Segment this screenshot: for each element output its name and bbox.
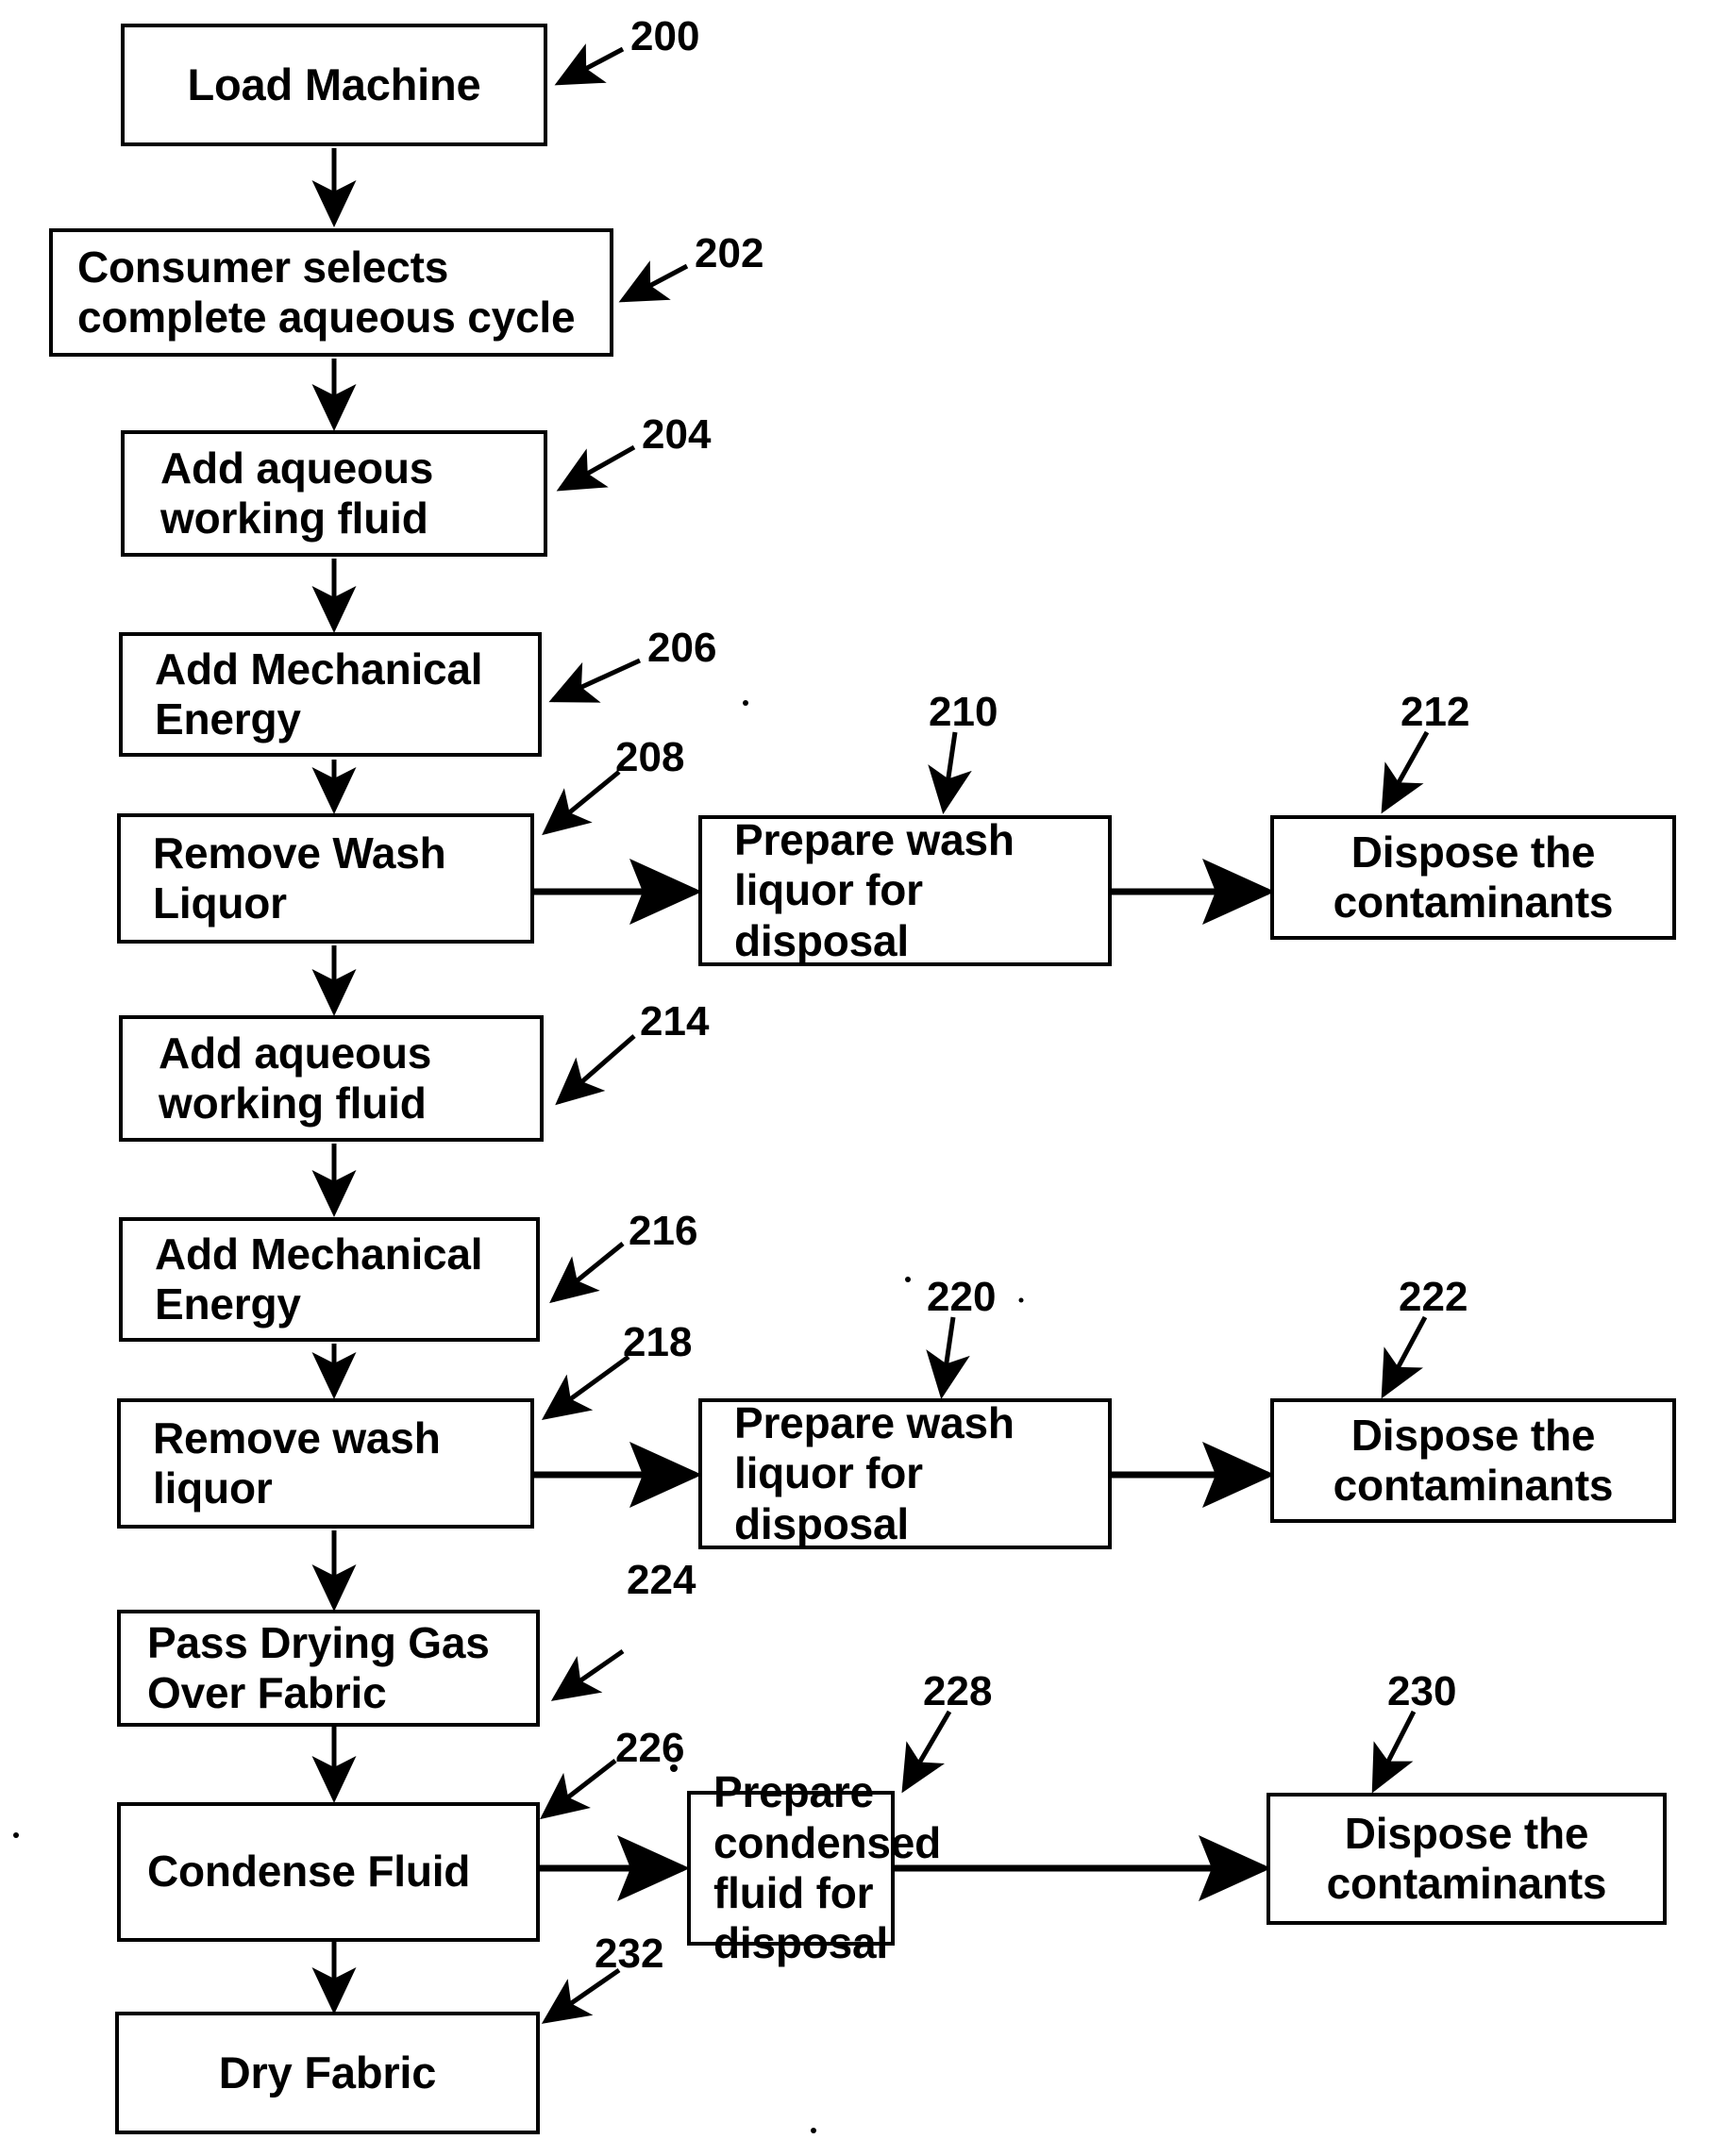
ref-numeral-222: 222 bbox=[1399, 1274, 1468, 1320]
node-load-machine[interactable]: Load Machine bbox=[121, 24, 547, 146]
node-prepare-wash-liquor-disposal-2[interactable]: Prepare wash liquor for disposal bbox=[698, 1398, 1112, 1549]
node-dispose-contaminants-1[interactable]: Dispose the contaminants bbox=[1270, 815, 1676, 940]
node-condense-fluid[interactable]: Condense Fluid bbox=[117, 1802, 540, 1942]
ref-numeral-228: 228 bbox=[923, 1668, 993, 1714]
node-add-mechanical-energy-1[interactable]: Add Mechanical Energy bbox=[119, 632, 542, 757]
node-label: Dry Fabric bbox=[218, 2047, 437, 2098]
ref-numeral-200: 200 bbox=[630, 13, 700, 59]
ref-numeral-214: 214 bbox=[640, 998, 710, 1045]
node-add-aqueous-working-fluid-2[interactable]: Add aqueous working fluid bbox=[119, 1015, 544, 1142]
ref-numeral-232: 232 bbox=[595, 1930, 664, 1977]
ref-numeral-202: 202 bbox=[695, 230, 764, 276]
node-dry-fabric[interactable]: Dry Fabric bbox=[115, 2012, 540, 2134]
node-label: Prepare wash liquor for disposal bbox=[734, 814, 1015, 965]
node-prepare-wash-liquor-disposal-1[interactable]: Prepare wash liquor for disposal bbox=[698, 815, 1112, 966]
node-label: Remove Wash Liquor bbox=[153, 827, 446, 928]
node-label: Condense Fluid bbox=[147, 1847, 471, 1897]
node-label: Prepare wash liquor for disposal bbox=[734, 1397, 1015, 1548]
node-label: Dispose the contaminants bbox=[1333, 827, 1614, 927]
ref-numeral-204: 204 bbox=[642, 411, 712, 458]
node-remove-wash-liquor-2[interactable]: Remove wash liquor bbox=[117, 1398, 534, 1529]
ref-numeral-220: 220 bbox=[927, 1274, 997, 1320]
ref-numeral-230: 230 bbox=[1387, 1668, 1457, 1714]
node-add-mechanical-energy-2[interactable]: Add Mechanical Energy bbox=[119, 1217, 540, 1342]
node-label: Remove wash liquor bbox=[153, 1412, 441, 1513]
ref-numeral-208: 208 bbox=[615, 734, 685, 780]
node-label: Add aqueous working fluid bbox=[159, 1028, 432, 1128]
node-label: Add Mechanical Energy bbox=[155, 1228, 483, 1329]
ref-numeral-216: 216 bbox=[629, 1208, 698, 1254]
node-label: Consumer selects complete aqueous cycle bbox=[77, 242, 576, 342]
ref-numeral-218: 218 bbox=[623, 1319, 693, 1365]
ref-numeral-212: 212 bbox=[1401, 689, 1470, 735]
ref-numeral-226: 226 bbox=[615, 1725, 685, 1771]
ref-numeral-206: 206 bbox=[647, 625, 717, 671]
node-dispose-contaminants-2[interactable]: Dispose the contaminants bbox=[1270, 1398, 1676, 1523]
node-label: Add Mechanical Energy bbox=[155, 643, 483, 744]
node-consumer-selects-cycle[interactable]: Consumer selects complete aqueous cycle bbox=[49, 228, 613, 357]
figure-canvas: Load Machine Consumer selects complete a… bbox=[0, 0, 1711, 2156]
node-remove-wash-liquor-1[interactable]: Remove Wash Liquor bbox=[117, 813, 534, 944]
node-pass-drying-gas-over-fabric[interactable]: Pass Drying Gas Over Fabric bbox=[117, 1610, 540, 1727]
node-add-aqueous-working-fluid-1[interactable]: Add aqueous working fluid bbox=[121, 430, 547, 557]
node-label: Pass Drying Gas Over Fabric bbox=[147, 1617, 490, 1717]
node-dispose-contaminants-3[interactable]: Dispose the contaminants bbox=[1266, 1793, 1667, 1925]
node-label: Add aqueous working fluid bbox=[160, 443, 434, 543]
ref-numeral-224: 224 bbox=[627, 1557, 696, 1603]
node-label: Dispose the contaminants bbox=[1326, 1808, 1607, 1908]
node-label: Prepare condensed fluid for disposal bbox=[713, 1767, 942, 1968]
node-label: Dispose the contaminants bbox=[1333, 1410, 1614, 1510]
ref-numeral-210: 210 bbox=[929, 689, 998, 735]
node-prepare-condensed-fluid-disposal[interactable]: Prepare condensed fluid for disposal bbox=[687, 1767, 941, 1967]
node-label: Load Machine bbox=[187, 58, 481, 109]
